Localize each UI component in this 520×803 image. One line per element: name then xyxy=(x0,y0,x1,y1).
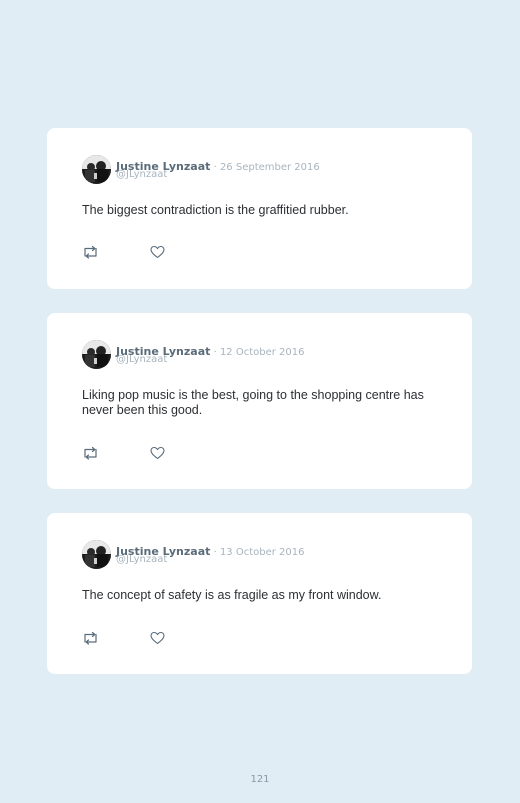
tweet-card: Justine Lynzaat · 12 October 2016 @JLynz… xyxy=(47,313,472,489)
heart-icon[interactable] xyxy=(150,245,165,259)
tweet-text: The concept of safety is as fragile as m… xyxy=(82,588,382,602)
tweet-date[interactable]: · 12 October 2016 xyxy=(210,347,305,358)
heart-icon[interactable] xyxy=(150,446,165,460)
retweet-icon[interactable] xyxy=(82,245,99,259)
avatar[interactable] xyxy=(82,340,111,369)
retweet-icon[interactable] xyxy=(82,631,99,645)
tweet-date[interactable]: · 26 September 2016 xyxy=(210,162,320,173)
author-handle[interactable]: @JLynzaat xyxy=(116,554,167,565)
tweet-card: Justine Lynzaat · 26 September 2016 @JLy… xyxy=(47,128,472,289)
tweet-card: Justine Lynzaat · 13 October 2016 @JLynz… xyxy=(47,513,472,674)
page-number: 121 xyxy=(250,774,270,785)
tweet-text: Liking pop music is the best, going to t… xyxy=(82,388,424,417)
retweet-icon[interactable] xyxy=(82,446,99,460)
heart-icon[interactable] xyxy=(150,631,165,645)
author-handle[interactable]: @JLynzaat xyxy=(116,169,167,180)
avatar[interactable] xyxy=(82,540,111,569)
avatar[interactable] xyxy=(82,155,111,184)
tweet-text: The biggest contradiction is the graffit… xyxy=(82,203,349,217)
author-handle[interactable]: @JLynzaat xyxy=(116,354,167,365)
tweet-date[interactable]: · 13 October 2016 xyxy=(210,547,305,558)
